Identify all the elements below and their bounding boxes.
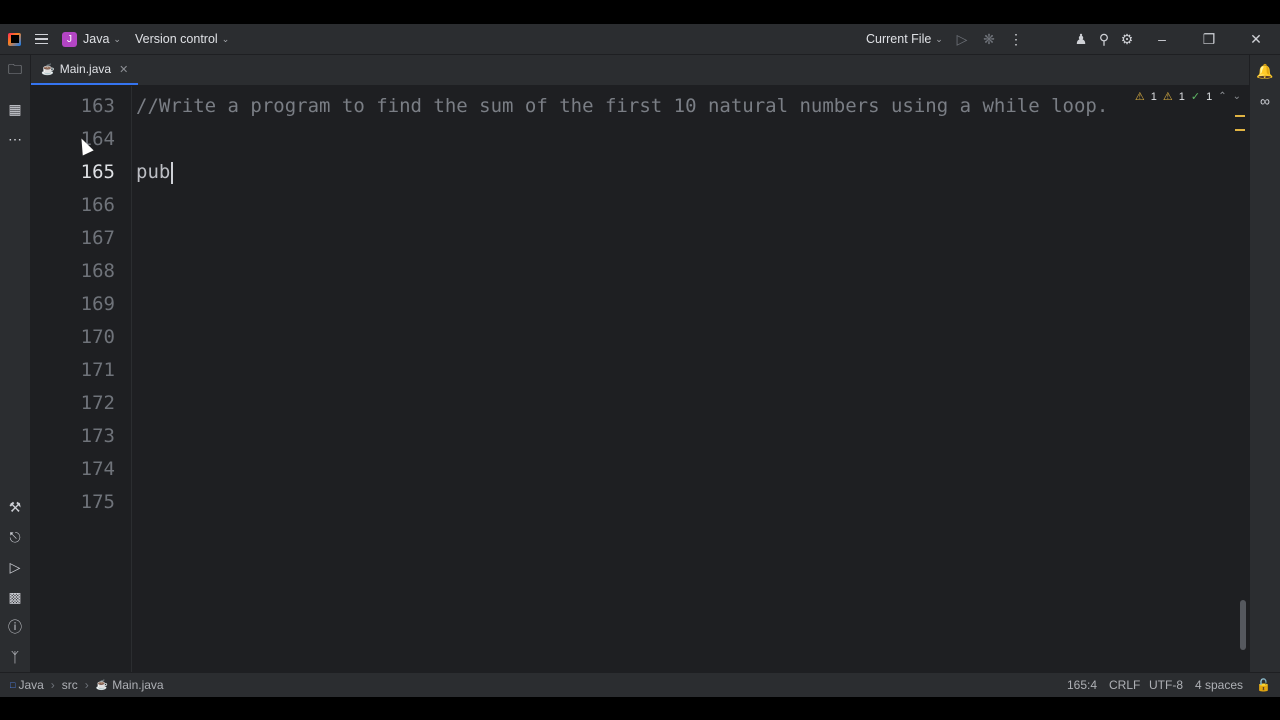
line-number: 166: [80, 194, 115, 216]
line-number: 174: [80, 458, 115, 480]
main-menu-icon[interactable]: [34, 24, 48, 54]
line-number: 169: [80, 293, 115, 315]
more-tools-icon[interactable]: ⋯: [0, 127, 30, 151]
vcs-label: Version control: [135, 32, 218, 46]
ai-assistant-icon[interactable]: ∞: [1250, 89, 1280, 113]
module-icon: □: [10, 680, 16, 690]
search-icon[interactable]: ⚲: [1094, 24, 1114, 54]
project-name: Java: [83, 32, 110, 46]
version-control-menu[interactable]: Version control ⌄: [135, 24, 229, 54]
problems-icon[interactable]: ⓘ: [0, 615, 30, 639]
inspection-widget[interactable]: ⚠ 1 ⚠ 1 ✓ 1 ⌃ ⌄: [1134, 90, 1241, 104]
title-bar: J Java ⌄ Version control ⌄ Current File …: [0, 24, 1280, 55]
line-number-current: 165: [80, 161, 115, 183]
line-number: 173: [80, 425, 115, 447]
notifications-bell-icon[interactable]: 🔔: [1250, 59, 1280, 83]
indent-setting[interactable]: 4 spaces: [1195, 673, 1243, 697]
java-file-icon: ☕: [95, 679, 109, 691]
line-number: 163: [80, 95, 115, 117]
ide-window: J Java ⌄ Version control ⌄ Current File …: [0, 24, 1280, 697]
tab-close-icon[interactable]: ✕: [119, 63, 128, 76]
git-branch-icon[interactable]: ᛉ: [0, 645, 30, 669]
chevron-down-icon: ⌄: [113, 33, 121, 44]
text-caret: [171, 161, 174, 184]
next-problem-icon[interactable]: ⌄: [1233, 91, 1241, 102]
run-icon[interactable]: ▷: [952, 24, 972, 54]
breadcrumb-item[interactable]: Java: [18, 678, 43, 692]
typed-text: pub: [136, 161, 171, 183]
restore-icon[interactable]: ❐: [1199, 24, 1219, 54]
vertical-scrollbar-thumb[interactable]: [1240, 600, 1246, 650]
terminal-icon[interactable]: ▩: [0, 585, 30, 609]
code-typed-line[interactable]: pub: [136, 156, 174, 189]
ok-count: 1: [1206, 90, 1213, 103]
warning-stripe-marker[interactable]: [1235, 129, 1245, 131]
warning-stripe-marker[interactable]: [1235, 115, 1245, 117]
code-comment-line[interactable]: //Write a program to find the sum of the…: [136, 90, 1108, 123]
project-folder-icon[interactable]: 🗀: [0, 59, 30, 83]
left-tool-strip: 🗀 ▦ ⋯ ⚒ ⎋ ▷ ▩ ⓘ ᛉ: [0, 55, 31, 672]
previous-problem-icon[interactable]: ⌃: [1218, 91, 1226, 102]
right-tool-strip: 🔔 ∞: [1249, 55, 1280, 672]
code-area[interactable]: //Write a program to find the sum of the…: [132, 86, 1249, 672]
minimize-icon[interactable]: –: [1152, 24, 1172, 54]
chevron-right-icon: ›: [84, 678, 89, 692]
code-with-me-icon[interactable]: ♟: [1071, 24, 1091, 54]
breadcrumb-item[interactable]: Main.java: [112, 678, 163, 692]
project-selector[interactable]: J Java ⌄: [62, 24, 121, 54]
settings-gear-icon[interactable]: ⚙: [1117, 24, 1137, 54]
line-number-gutter: 163 164 165 166 167 168 169 170 171 172 …: [31, 86, 132, 672]
services-icon[interactable]: ⎋: [0, 525, 30, 549]
line-number: 172: [80, 392, 115, 414]
caret-position[interactable]: 165:4: [1067, 673, 1097, 697]
chevron-right-icon: ›: [50, 678, 55, 692]
line-number: 170: [80, 326, 115, 348]
close-icon[interactable]: ✕: [1246, 24, 1266, 54]
breadcrumb-item[interactable]: src: [62, 678, 78, 692]
chevron-down-icon: ⌄: [221, 33, 230, 44]
run-tool-icon[interactable]: ▷: [0, 555, 30, 579]
editor-tab-bar: ☕ Main.java ✕: [31, 55, 1249, 86]
line-number: 171: [80, 359, 115, 381]
read-only-lock-icon[interactable]: 🔓: [1256, 673, 1271, 697]
breadcrumb: □ Java › src › ☕ Main.java: [10, 673, 164, 697]
app-logo-icon: [8, 24, 22, 54]
run-config-label: Current File: [866, 32, 932, 46]
tab-main-java[interactable]: ☕ Main.java ✕: [31, 55, 139, 85]
warning-count: 1: [1150, 90, 1157, 103]
java-file-icon: ☕: [41, 63, 55, 76]
check-icon: ✓: [1190, 91, 1201, 103]
build-hammer-icon[interactable]: ⚒: [0, 495, 30, 519]
more-actions-icon[interactable]: ⋮: [1006, 24, 1026, 54]
warning-icon: ⚠: [1134, 91, 1145, 103]
line-number: 175: [80, 491, 115, 513]
line-number: 164: [80, 128, 115, 150]
chevron-down-icon: ⌄: [935, 33, 943, 44]
run-config-selector[interactable]: Current File ⌄: [866, 24, 943, 54]
status-bar: □ Java › src › ☕ Main.java 165:4 CRLF UT…: [0, 672, 1280, 697]
line-separator[interactable]: CRLF: [1109, 673, 1140, 697]
file-encoding[interactable]: UTF-8: [1149, 673, 1183, 697]
line-number: 168: [80, 260, 115, 282]
weak-warning-count: 1: [1178, 90, 1185, 103]
structure-icon[interactable]: ▦: [0, 97, 30, 121]
code-editor[interactable]: 163 164 165 166 167 168 169 170 171 172 …: [31, 86, 1249, 672]
line-number: 167: [80, 227, 115, 249]
project-badge: J: [62, 31, 77, 47]
weak-warning-icon: ⚠: [1162, 91, 1173, 103]
debug-icon[interactable]: ❋: [979, 24, 999, 54]
tab-label: Main.java: [59, 62, 112, 76]
